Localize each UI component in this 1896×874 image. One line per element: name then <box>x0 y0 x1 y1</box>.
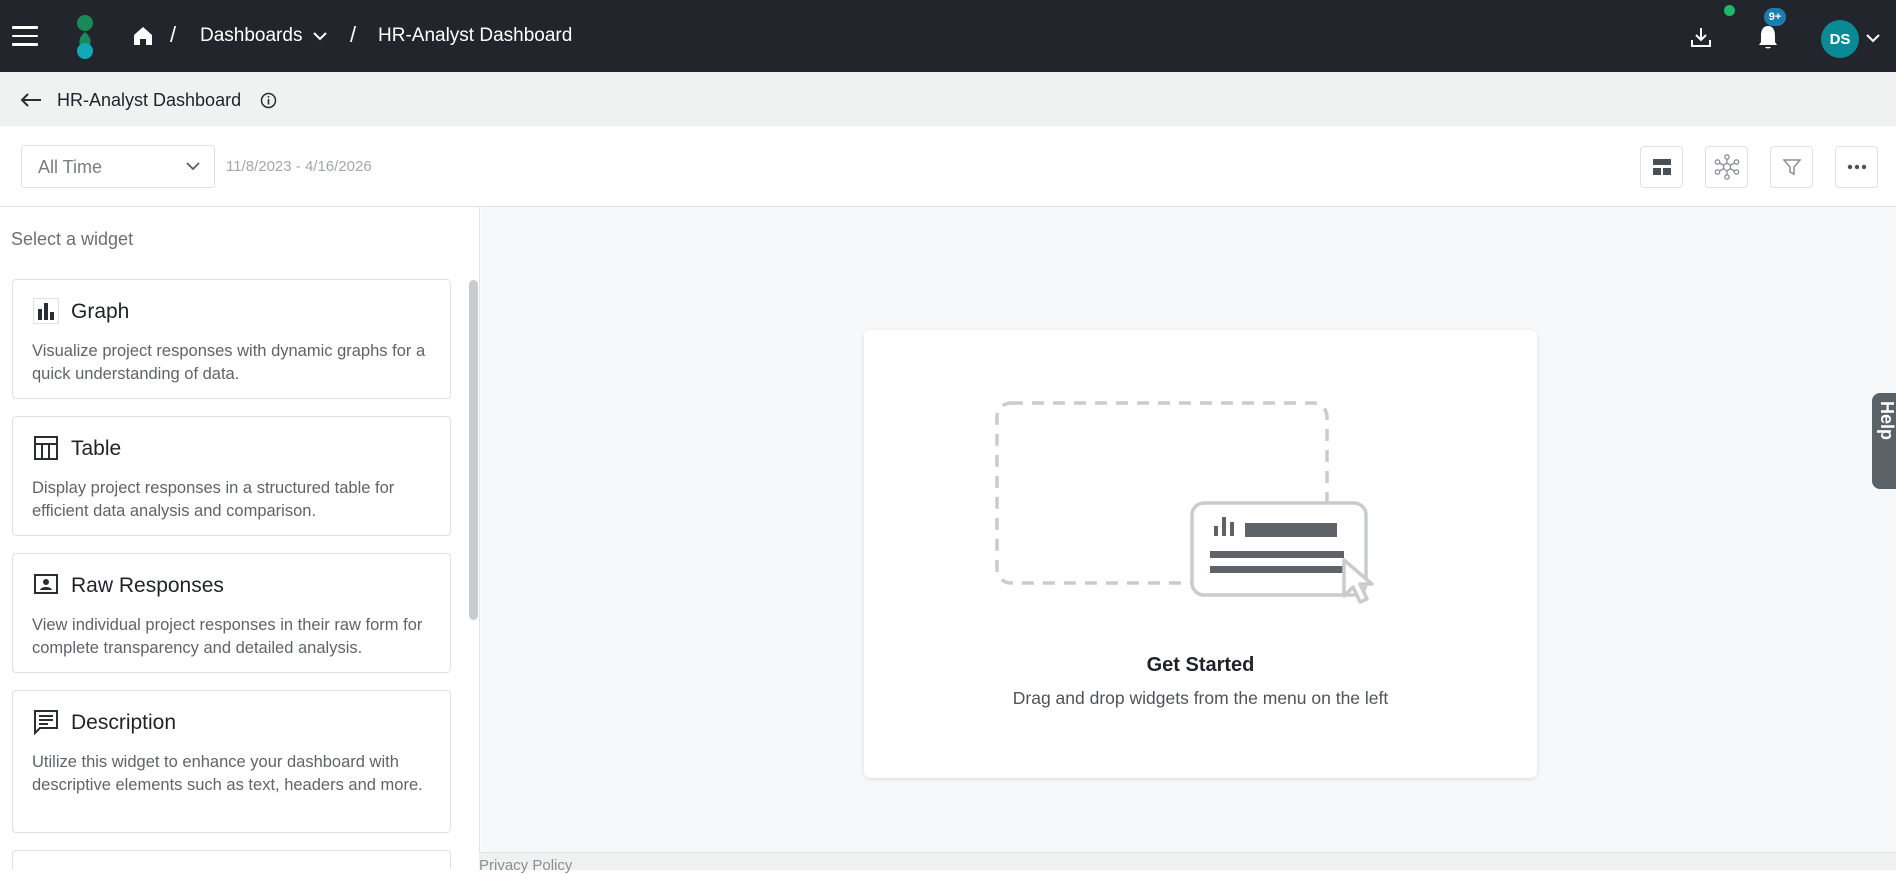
empty-state-description: Drag and drop widgets from the menu on t… <box>1012 688 1389 708</box>
widget-title: Raw Responses <box>71 574 224 597</box>
status-indicator-dot <box>1724 5 1735 16</box>
ellipsis-icon <box>1847 164 1866 170</box>
home-icon[interactable] <box>132 25 154 47</box>
user-avatar[interactable]: DS <box>1821 20 1859 58</box>
layout-icon <box>1652 159 1671 175</box>
breadcrumb-current-dashboard: HR-Analyst Dashboard <box>378 25 573 46</box>
widget-description: Display project responses in a structure… <box>32 479 395 520</box>
page-title: HR-Analyst Dashboard <box>57 90 242 110</box>
filter-button[interactable] <box>1770 146 1813 188</box>
network-button[interactable] <box>1705 146 1748 188</box>
breadcrumb-separator: / <box>170 22 177 47</box>
chevron-down-icon[interactable] <box>313 31 327 41</box>
table-icon <box>34 436 58 460</box>
info-icon[interactable] <box>260 92 277 109</box>
layout-button[interactable] <box>1640 146 1683 188</box>
widget-description: View individual project responses in the… <box>32 616 423 657</box>
notifications-badge: 9+ <box>1764 8 1786 26</box>
top-navigation-bar: / Dashboards / HR-Analyst Dashboard 9+ D… <box>0 0 1896 72</box>
chevron-down-icon[interactable] <box>1866 33 1880 43</box>
network-nodes-icon <box>1714 154 1739 180</box>
text-lines-icon <box>34 710 58 735</box>
widget-description: Visualize project responses with dynamic… <box>32 342 426 383</box>
more-options-button[interactable] <box>1835 146 1878 188</box>
privacy-policy-link[interactable]: Privacy Policy <box>479 857 572 874</box>
brand-logo[interactable] <box>74 14 96 60</box>
hamburger-menu-icon[interactable] <box>12 26 38 46</box>
time-range-value: All Time <box>38 157 103 177</box>
widget-card-raw-responses[interactable]: Raw Responses View individual project re… <box>12 553 451 673</box>
sidebar-scrollbar[interactable] <box>469 280 478 620</box>
footer: Privacy Policy <box>479 852 1896 874</box>
widget-title: Graph <box>71 300 130 323</box>
widget-title: Table <box>71 437 122 460</box>
date-range-label: 11/8/2023 - 4/16/2026 <box>226 158 372 175</box>
dashboard-header-bar <box>0 72 1896 126</box>
empty-state-card: Get Started Drag and drop widgets from t… <box>864 330 1537 778</box>
help-tab-label: Help <box>1877 401 1896 441</box>
help-tab[interactable]: Help <box>1872 393 1896 489</box>
widget-title: Description <box>71 711 177 734</box>
breadcrumb-separator: / <box>350 22 357 47</box>
widget-card-table[interactable]: Table Display project responses in a str… <box>12 416 451 536</box>
widget-card-partial[interactable] <box>12 850 451 870</box>
breadcrumb-dashboards[interactable]: Dashboards <box>200 25 302 47</box>
widget-card-graph[interactable]: Graph Visualize project responses with d… <box>12 279 451 399</box>
download-icon[interactable] <box>1690 26 1712 48</box>
widget-card-description[interactable]: Description Utilize this widget to enhan… <box>12 690 451 833</box>
widget-sidebar: Select a widget Graph Visualize project … <box>0 207 480 870</box>
back-arrow-icon[interactable] <box>20 92 42 108</box>
chevron-down-icon <box>186 162 200 171</box>
widget-description: Utilize this widget to enhance your dash… <box>32 753 423 794</box>
sidebar-title: Select a widget <box>11 229 134 249</box>
drag-widget-illustration <box>995 401 1374 604</box>
bar-chart-icon <box>33 298 59 324</box>
contact-card-icon <box>34 574 58 594</box>
empty-state-title: Get Started <box>1146 654 1255 676</box>
time-range-select[interactable]: All Time <box>21 145 215 188</box>
bell-icon[interactable] <box>1757 24 1779 50</box>
funnel-icon <box>1782 159 1801 176</box>
